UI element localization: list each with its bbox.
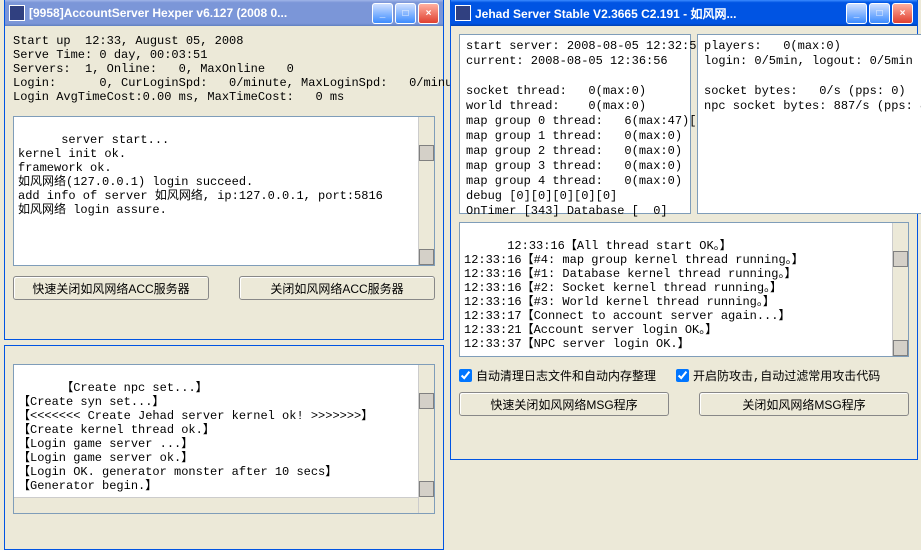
scroll-up-button[interactable]: [419, 145, 434, 161]
scrollbar-vertical[interactable]: [418, 117, 434, 265]
auto-clean-checkbox[interactable]: 自动清理日志文件和自动内存整理: [459, 367, 656, 384]
title-text: [9958]AccountServer Hexper v6.127 (2008 …: [29, 6, 372, 20]
log-content: 【Create npc set...】 【Create syn set...】 …: [18, 381, 373, 493]
maximize-button[interactable]: □: [395, 3, 416, 24]
titlebar-account[interactable]: [9958]AccountServer Hexper v6.127 (2008 …: [5, 0, 443, 26]
scrollbar-vertical[interactable]: [892, 223, 908, 356]
scrollbar-vertical[interactable]: [418, 365, 434, 513]
minimize-button[interactable]: _: [372, 3, 393, 24]
auto-clean-label: 自动清理日志文件和自动内存整理: [476, 367, 656, 384]
app-icon: [9, 5, 25, 21]
close-button[interactable]: ×: [892, 3, 913, 24]
scroll-down-button[interactable]: [419, 481, 434, 497]
defend-input[interactable]: [676, 369, 689, 382]
log-textbox[interactable]: server start... kernel init ok. framewor…: [13, 116, 435, 266]
log-textbox[interactable]: 【Create npc set...】 【Create syn set...】 …: [13, 364, 435, 514]
jehad-server-window: Jehad Server Stable V2.3665 C2.191 - 如风网…: [450, 0, 918, 460]
log-textbox[interactable]: 12:33:16【All thread start OK。】 12:33:16【…: [459, 222, 909, 357]
defend-label: 开启防攻击,自动过滤常用攻击代码: [693, 367, 880, 384]
log-content: server start... kernel init ok. framewor…: [18, 133, 383, 217]
account-server-window: [9958]AccountServer Hexper v6.127 (2008 …: [4, 0, 444, 340]
bottom-left-window: 【Create npc set...】 【Create syn set...】 …: [4, 345, 444, 550]
defend-checkbox[interactable]: 开启防攻击,自动过滤常用攻击代码: [676, 367, 880, 384]
scroll-up-button[interactable]: [419, 393, 434, 409]
scroll-down-button[interactable]: [893, 340, 908, 356]
minimize-button[interactable]: _: [846, 3, 867, 24]
scroll-down-button[interactable]: [419, 249, 434, 265]
title-text: Jehad Server Stable V2.3665 C2.191 - 如风网…: [475, 5, 846, 22]
left-stats-panel: start server: 2008-08-05 12:32:51 curren…: [459, 34, 691, 214]
right-stats-panel: players: 0(max:0) login: 0/5min, logout:…: [697, 34, 921, 214]
close-acc-button[interactable]: 关闭如风网络ACC服务器: [239, 276, 435, 300]
log-content: 12:33:16【All thread start OK。】 12:33:16【…: [464, 239, 804, 351]
scroll-up-button[interactable]: [893, 251, 908, 267]
fast-close-acc-button[interactable]: 快速关闭如风网络ACC服务器: [13, 276, 209, 300]
auto-clean-input[interactable]: [459, 369, 472, 382]
maximize-button[interactable]: □: [869, 3, 890, 24]
app-icon: [455, 5, 471, 21]
close-msg-button[interactable]: 关闭如风网络MSG程序: [699, 392, 909, 416]
scrollbar-horizontal[interactable]: [14, 497, 418, 513]
titlebar-jehad[interactable]: Jehad Server Stable V2.3665 C2.191 - 如风网…: [451, 0, 917, 26]
close-button[interactable]: ×: [418, 3, 439, 24]
server-stats: Start up 12:33, August 05, 2008 Serve Ti…: [13, 34, 435, 104]
fast-close-msg-button[interactable]: 快速关闭如风网络MSG程序: [459, 392, 669, 416]
